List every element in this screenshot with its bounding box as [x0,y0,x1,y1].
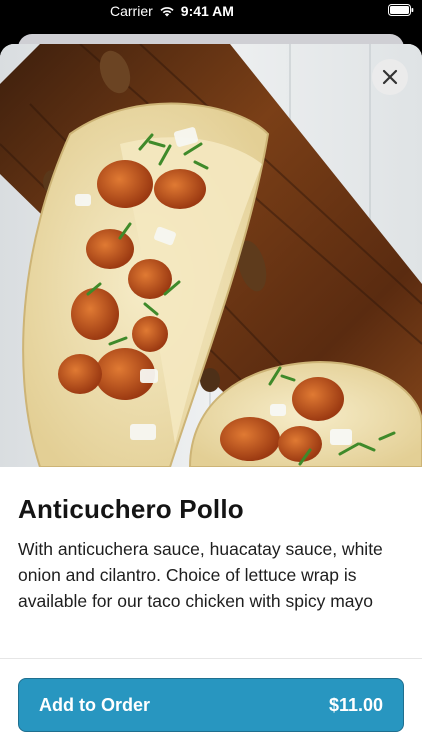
add-to-order-label: Add to Order [39,694,150,715]
item-title: Anticuchero Pollo [18,494,244,524]
screen: Carrier 9:41 AM Anticuchero Pollo With a… [0,0,422,750]
item-price: $11.00 [328,694,383,715]
carrier-label: Carrier [110,3,153,19]
status-bar: Carrier 9:41 AM [0,0,422,24]
item-image [0,44,422,467]
item-modal: Anticuchero Pollo With anticuchera sauce… [0,44,422,750]
close-button[interactable] [372,59,408,95]
battery-icon [388,4,414,16]
taco-photo [0,44,422,467]
divider [0,658,422,659]
status-left: Carrier 9:41 AM [110,3,234,19]
status-time: 9:41 AM [180,3,234,19]
wifi-icon [160,7,174,17]
add-to-order-button[interactable]: Add to Order $11.00 [18,678,404,732]
close-icon [382,69,398,85]
item-description: With anticuchera sauce, huacatay sauce, … [18,539,383,611]
